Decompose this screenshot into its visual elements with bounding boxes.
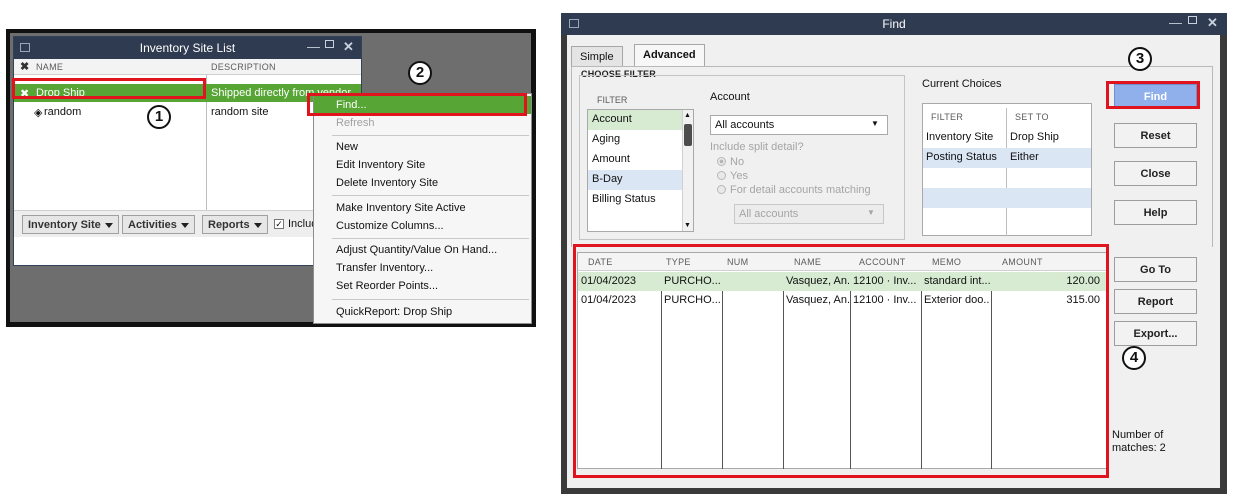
cc-row-empty bbox=[923, 188, 1091, 208]
menu-item-transfer-inventory[interactable]: Transfer Inventory... bbox=[314, 259, 531, 277]
column-header-name[interactable]: NAME bbox=[36, 62, 63, 72]
maximize-icon[interactable] bbox=[1188, 16, 1197, 24]
menu-item-adjust-quantity[interactable]: Adjust Quantity/Value On Hand... bbox=[314, 241, 531, 259]
callout-number-4: 4 bbox=[1122, 346, 1146, 370]
radio-no[interactable]: No bbox=[717, 156, 744, 168]
account-label: Account bbox=[710, 91, 750, 103]
current-choices-table: FILTER SET TO Inventory Site Drop Ship P… bbox=[922, 103, 1092, 236]
cc-row-inventory-site[interactable]: Inventory Site Drop Ship bbox=[923, 128, 1091, 148]
chevron-down-icon bbox=[104, 222, 113, 228]
filter-list[interactable]: Account Aging Amount B-Day Billing Statu… bbox=[587, 109, 694, 232]
menu-separator bbox=[332, 299, 529, 300]
reset-button[interactable]: Reset bbox=[1114, 123, 1197, 148]
report-button[interactable]: Report bbox=[1114, 289, 1197, 314]
include-inactive-checkbox[interactable]: ✓ bbox=[274, 219, 284, 229]
scroll-up-icon[interactable]: ▲ bbox=[684, 112, 691, 119]
cc-row-posting-status[interactable]: Posting Status Either bbox=[923, 148, 1091, 168]
scroll-thumb[interactable] bbox=[684, 124, 692, 146]
menu-separator bbox=[332, 135, 529, 136]
minimize-icon[interactable]: — bbox=[1169, 15, 1182, 30]
column-header-description[interactable]: DESCRIPTION bbox=[211, 62, 276, 72]
title-bar: Find — ✕ bbox=[561, 13, 1227, 35]
minimize-icon[interactable]: — bbox=[307, 39, 320, 54]
callout-box-4 bbox=[573, 244, 1109, 478]
menu-item-refresh[interactable]: Refresh bbox=[314, 114, 531, 132]
goto-button[interactable]: Go To bbox=[1114, 257, 1197, 282]
callout-box-1 bbox=[12, 78, 206, 99]
callout-number-1: 1 bbox=[147, 105, 171, 129]
cc-set-to: Drop Ship bbox=[1010, 131, 1059, 143]
split-detail-label: Include split detail? bbox=[710, 141, 804, 153]
menu-item-customize-columns[interactable]: Customize Columns... bbox=[314, 217, 531, 235]
context-menu: Find... Refresh New Edit Inventory Site … bbox=[313, 93, 532, 324]
help-button[interactable]: Help bbox=[1114, 200, 1197, 225]
active-status-icon[interactable]: ✖ bbox=[20, 60, 30, 73]
callout-box-3 bbox=[1106, 81, 1200, 109]
filter-column-label: FILTER bbox=[597, 95, 628, 105]
tab-advanced[interactable]: Advanced bbox=[634, 44, 705, 66]
menu-item-quickreport[interactable]: QuickReport: Drop Ship bbox=[314, 303, 531, 321]
detail-accounts-dropdown[interactable]: All accounts ▼ bbox=[734, 204, 884, 224]
callout-number-2: 2 bbox=[408, 61, 432, 85]
cc-header-filter: FILTER bbox=[931, 112, 964, 122]
maximize-icon[interactable] bbox=[325, 40, 334, 48]
menu-separator bbox=[332, 195, 529, 196]
callout-number-3: 3 bbox=[1128, 47, 1152, 71]
filter-item-aging[interactable]: Aging bbox=[588, 130, 620, 150]
chevron-down-icon: ▼ bbox=[867, 208, 875, 217]
close-icon[interactable]: ✕ bbox=[343, 39, 354, 55]
current-choices-label: Current Choices bbox=[922, 78, 1002, 90]
match-count: Number of matches: 2 bbox=[1112, 429, 1166, 454]
cc-header-set-to: SET TO bbox=[1015, 112, 1049, 122]
filter-list-scrollbar[interactable]: ▲ ▼ bbox=[682, 110, 693, 231]
menu-item-delete[interactable]: Delete Inventory Site bbox=[314, 174, 531, 192]
activities-menu-button[interactable]: Activities bbox=[122, 215, 195, 234]
chevron-down-icon bbox=[253, 222, 262, 228]
title-bar: Inventory Site List — ✕ bbox=[14, 37, 361, 59]
inventory-site-menu-button[interactable]: Inventory Site bbox=[22, 215, 119, 234]
filter-item-amount[interactable]: Amount bbox=[588, 150, 630, 170]
filter-item-account[interactable]: Account bbox=[588, 110, 682, 130]
close-button[interactable]: Close bbox=[1114, 161, 1197, 186]
inventory-site-list-window: Inventory Site List — ✕ ✖ NAME DESCRIPTI… bbox=[13, 36, 362, 266]
filter-item-billing-status[interactable]: Billing Status bbox=[588, 190, 656, 210]
radio-yes[interactable]: Yes bbox=[717, 170, 748, 182]
cc-filter: Posting Status bbox=[926, 151, 997, 163]
chevron-down-icon: ▼ bbox=[871, 119, 879, 128]
menu-item-reorder-points[interactable]: Set Reorder Points... bbox=[314, 277, 531, 295]
tab-simple[interactable]: Simple bbox=[571, 46, 623, 66]
cc-filter: Inventory Site bbox=[926, 131, 994, 143]
callout-box-2 bbox=[307, 93, 527, 116]
radio-detail-accounts[interactable]: For detail accounts matching bbox=[717, 184, 871, 196]
site-description: random site bbox=[211, 106, 269, 118]
site-name: random bbox=[44, 106, 82, 118]
menu-separator bbox=[332, 238, 529, 239]
menu-item-make-active[interactable]: Make Inventory Site Active bbox=[314, 199, 531, 217]
chevron-down-icon bbox=[180, 222, 189, 228]
scroll-down-icon[interactable]: ▼ bbox=[684, 222, 691, 229]
qb-background: Inventory Site List — ✕ ✖ NAME DESCRIPTI… bbox=[10, 33, 532, 324]
menu-item-new[interactable]: New bbox=[314, 138, 531, 156]
list-header: ✖ NAME DESCRIPTION bbox=[14, 59, 361, 75]
menu-item-edit[interactable]: Edit Inventory Site bbox=[314, 156, 531, 174]
close-icon[interactable]: ✕ bbox=[1207, 15, 1218, 31]
window-title: Find bbox=[882, 17, 906, 31]
detail-accounts-value: All accounts bbox=[739, 208, 799, 220]
cc-set-to: Either bbox=[1010, 151, 1039, 163]
reports-menu-button[interactable]: Reports bbox=[202, 215, 268, 234]
export-button[interactable]: Export... bbox=[1114, 321, 1197, 346]
diamond-icon: ◈ bbox=[34, 107, 43, 119]
filter-item-bday[interactable]: B-Day bbox=[588, 170, 682, 190]
account-dropdown[interactable]: All accounts ▼ bbox=[710, 115, 888, 135]
inventory-site-screenshot: Inventory Site List — ✕ ✖ NAME DESCRIPTI… bbox=[6, 29, 536, 327]
account-dropdown-value: All accounts bbox=[715, 119, 775, 131]
list-footer: Inventory Site Activities Reports ✓ Incl… bbox=[14, 210, 361, 237]
